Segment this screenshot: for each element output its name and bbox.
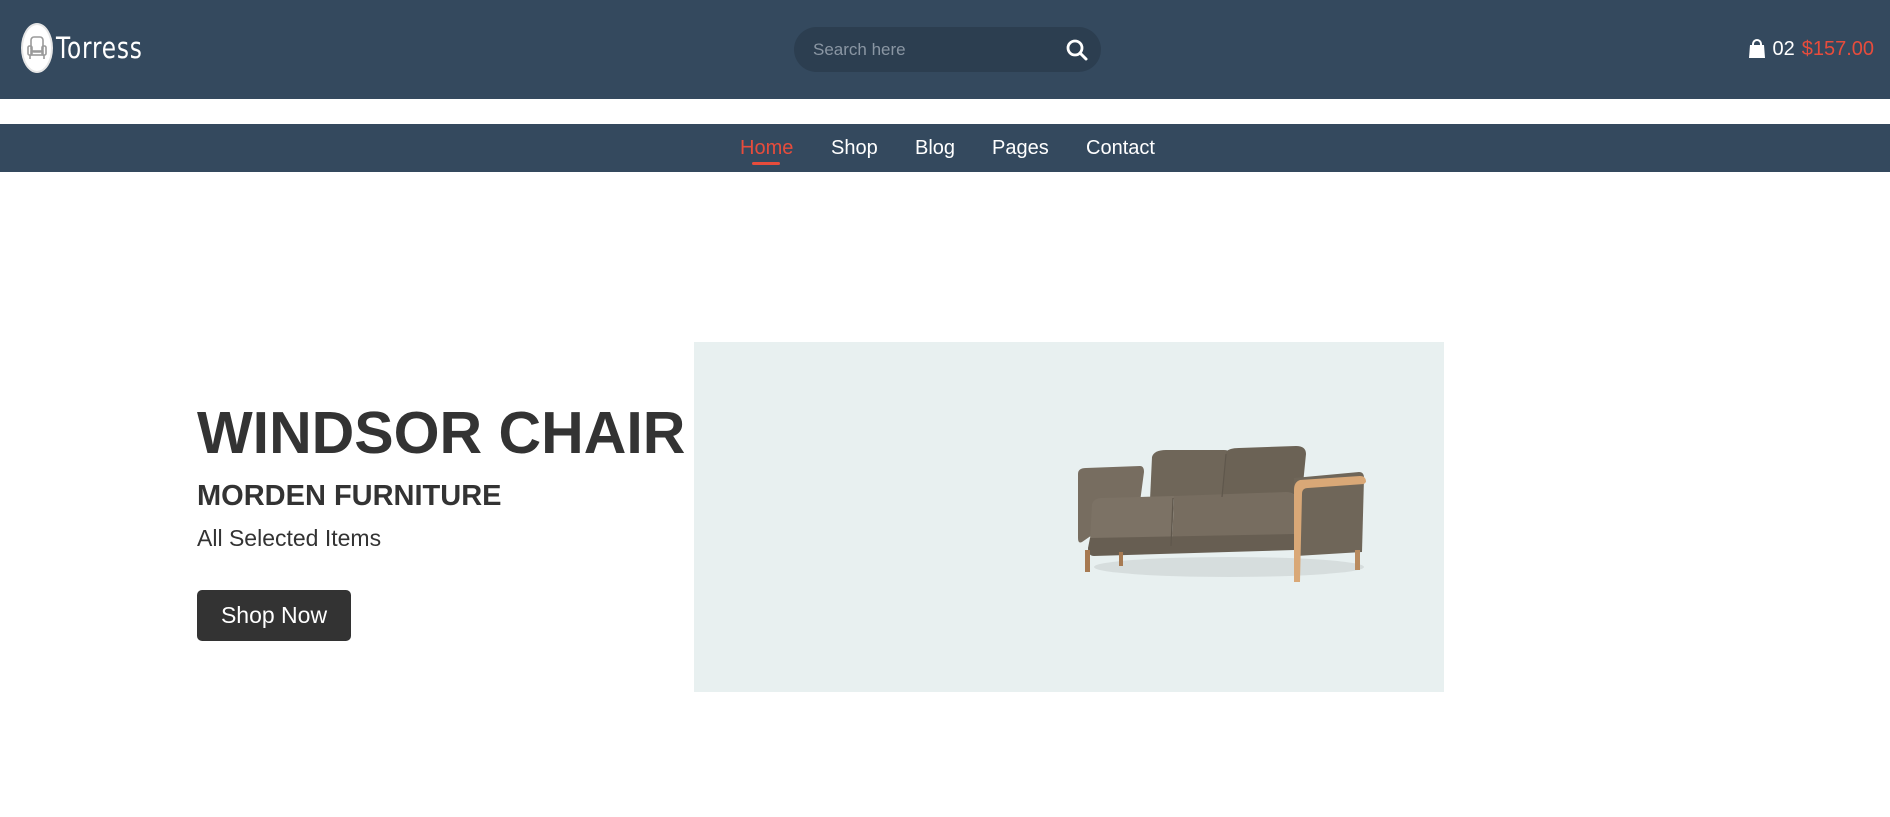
search-icon <box>1066 39 1088 61</box>
search-input[interactable] <box>813 27 1043 72</box>
main-navigation: Home Shop Blog Pages Contact <box>0 124 1890 172</box>
nav-menu: Home Shop Blog Pages Contact <box>0 124 1890 172</box>
nav-item-pages[interactable]: Pages <box>992 137 1049 159</box>
hero-subtitle: MORDEN FURNITURE <box>197 480 502 512</box>
cart-total: $157.00 <box>1801 38 1874 60</box>
brand-logo[interactable]: Torress <box>21 23 164 73</box>
top-header: Torress 02 $157.00 <box>0 0 1890 99</box>
nav-item-shop[interactable]: Shop <box>831 137 878 159</box>
shopping-bag-icon <box>1749 39 1766 58</box>
cart-summary[interactable]: 02 $157.00 <box>1748 36 1874 62</box>
search-bar <box>794 27 1101 72</box>
armchair-logo-icon <box>21 23 53 73</box>
hero-description: All Selected Items <box>197 525 382 551</box>
nav-item-contact[interactable]: Contact <box>1086 137 1155 159</box>
nav-item-home[interactable]: Home <box>740 137 793 159</box>
brand-name: Torress <box>56 30 143 65</box>
nav-item-blog[interactable]: Blog <box>915 137 955 159</box>
sofa-image <box>1078 446 1366 582</box>
shop-now-button[interactable]: Shop Now <box>197 590 351 641</box>
cart-count: 02 <box>1772 38 1795 60</box>
hero-product-image <box>694 342 1444 692</box>
hero-title: WINDSOR CHAIR <box>197 400 686 466</box>
active-nav-indicator <box>752 162 780 165</box>
search-button[interactable] <box>1065 38 1089 62</box>
